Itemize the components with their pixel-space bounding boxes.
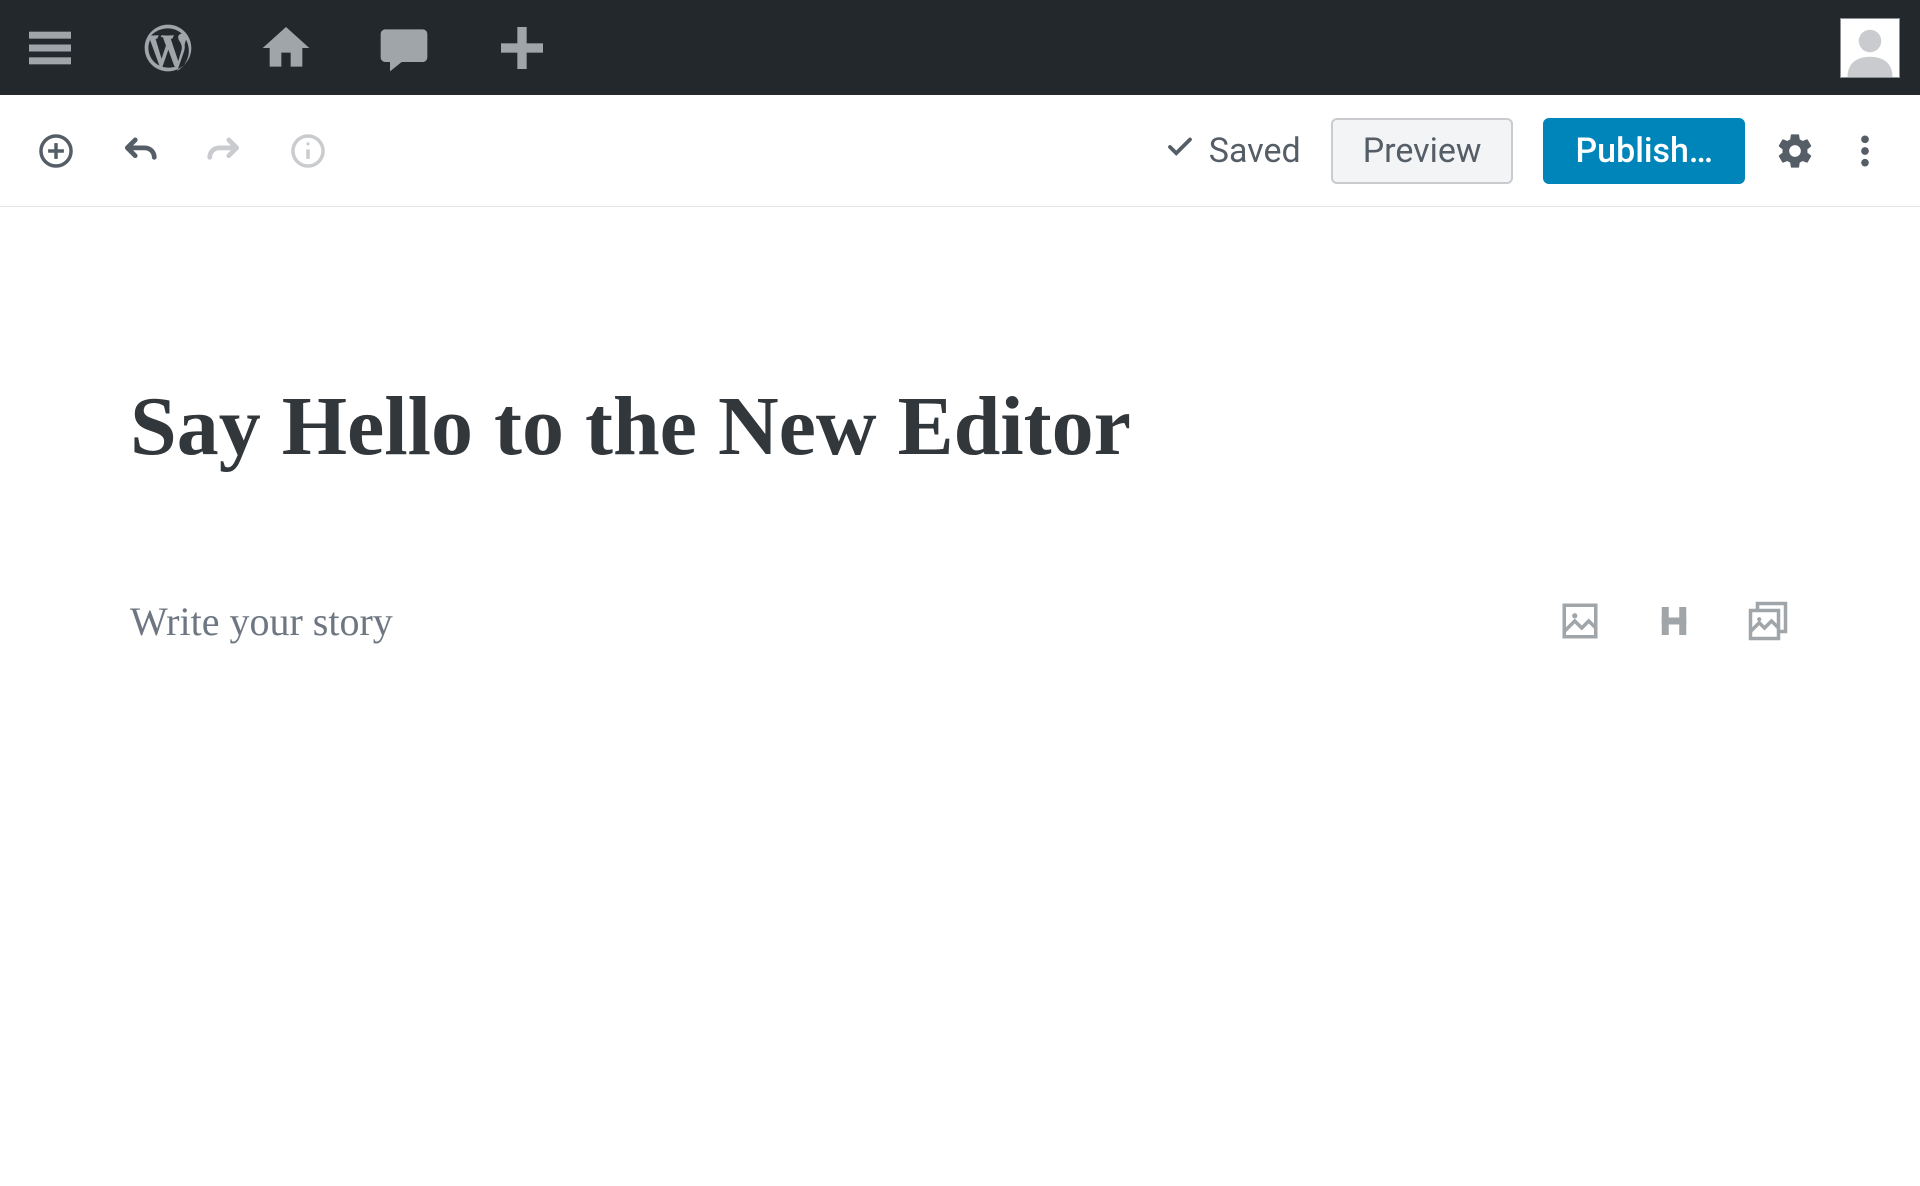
home-icon[interactable]	[256, 18, 316, 78]
paragraph-placeholder[interactable]: Write your story	[130, 598, 393, 645]
publish-button[interactable]: Publish…	[1543, 118, 1745, 184]
admin-bar	[0, 0, 1920, 95]
redo-button[interactable]	[203, 130, 245, 172]
admin-bar-left	[20, 18, 552, 78]
settings-button[interactable]	[1775, 131, 1815, 171]
story-row: Write your story	[130, 598, 1790, 645]
wordpress-icon[interactable]	[138, 18, 198, 78]
block-inserters	[1558, 599, 1790, 643]
more-options-button[interactable]	[1845, 131, 1885, 171]
plus-icon[interactable]	[492, 18, 552, 78]
toolbar-right: Saved Preview Publish…	[1165, 118, 1885, 184]
check-icon	[1165, 131, 1195, 171]
preview-label: Preview	[1363, 131, 1482, 171]
saved-label: Saved	[1209, 131, 1301, 171]
preview-button[interactable]: Preview	[1331, 118, 1514, 184]
post-title[interactable]: Say Hello to the New Editor	[130, 377, 1790, 478]
editor-content: Say Hello to the New Editor Write your s…	[0, 207, 1920, 645]
add-block-button[interactable]	[35, 130, 77, 172]
avatar[interactable]	[1840, 18, 1900, 78]
toolbar-left	[35, 130, 329, 172]
saved-indicator: Saved	[1165, 131, 1301, 171]
publish-label: Publish…	[1575, 131, 1713, 171]
menu-icon[interactable]	[20, 18, 80, 78]
heading-block-icon[interactable]	[1652, 599, 1696, 643]
image-block-icon[interactable]	[1558, 599, 1602, 643]
undo-button[interactable]	[119, 130, 161, 172]
editor-toolbar: Saved Preview Publish…	[0, 95, 1920, 207]
gallery-block-icon[interactable]	[1746, 599, 1790, 643]
comment-icon[interactable]	[374, 18, 434, 78]
info-button[interactable]	[287, 130, 329, 172]
